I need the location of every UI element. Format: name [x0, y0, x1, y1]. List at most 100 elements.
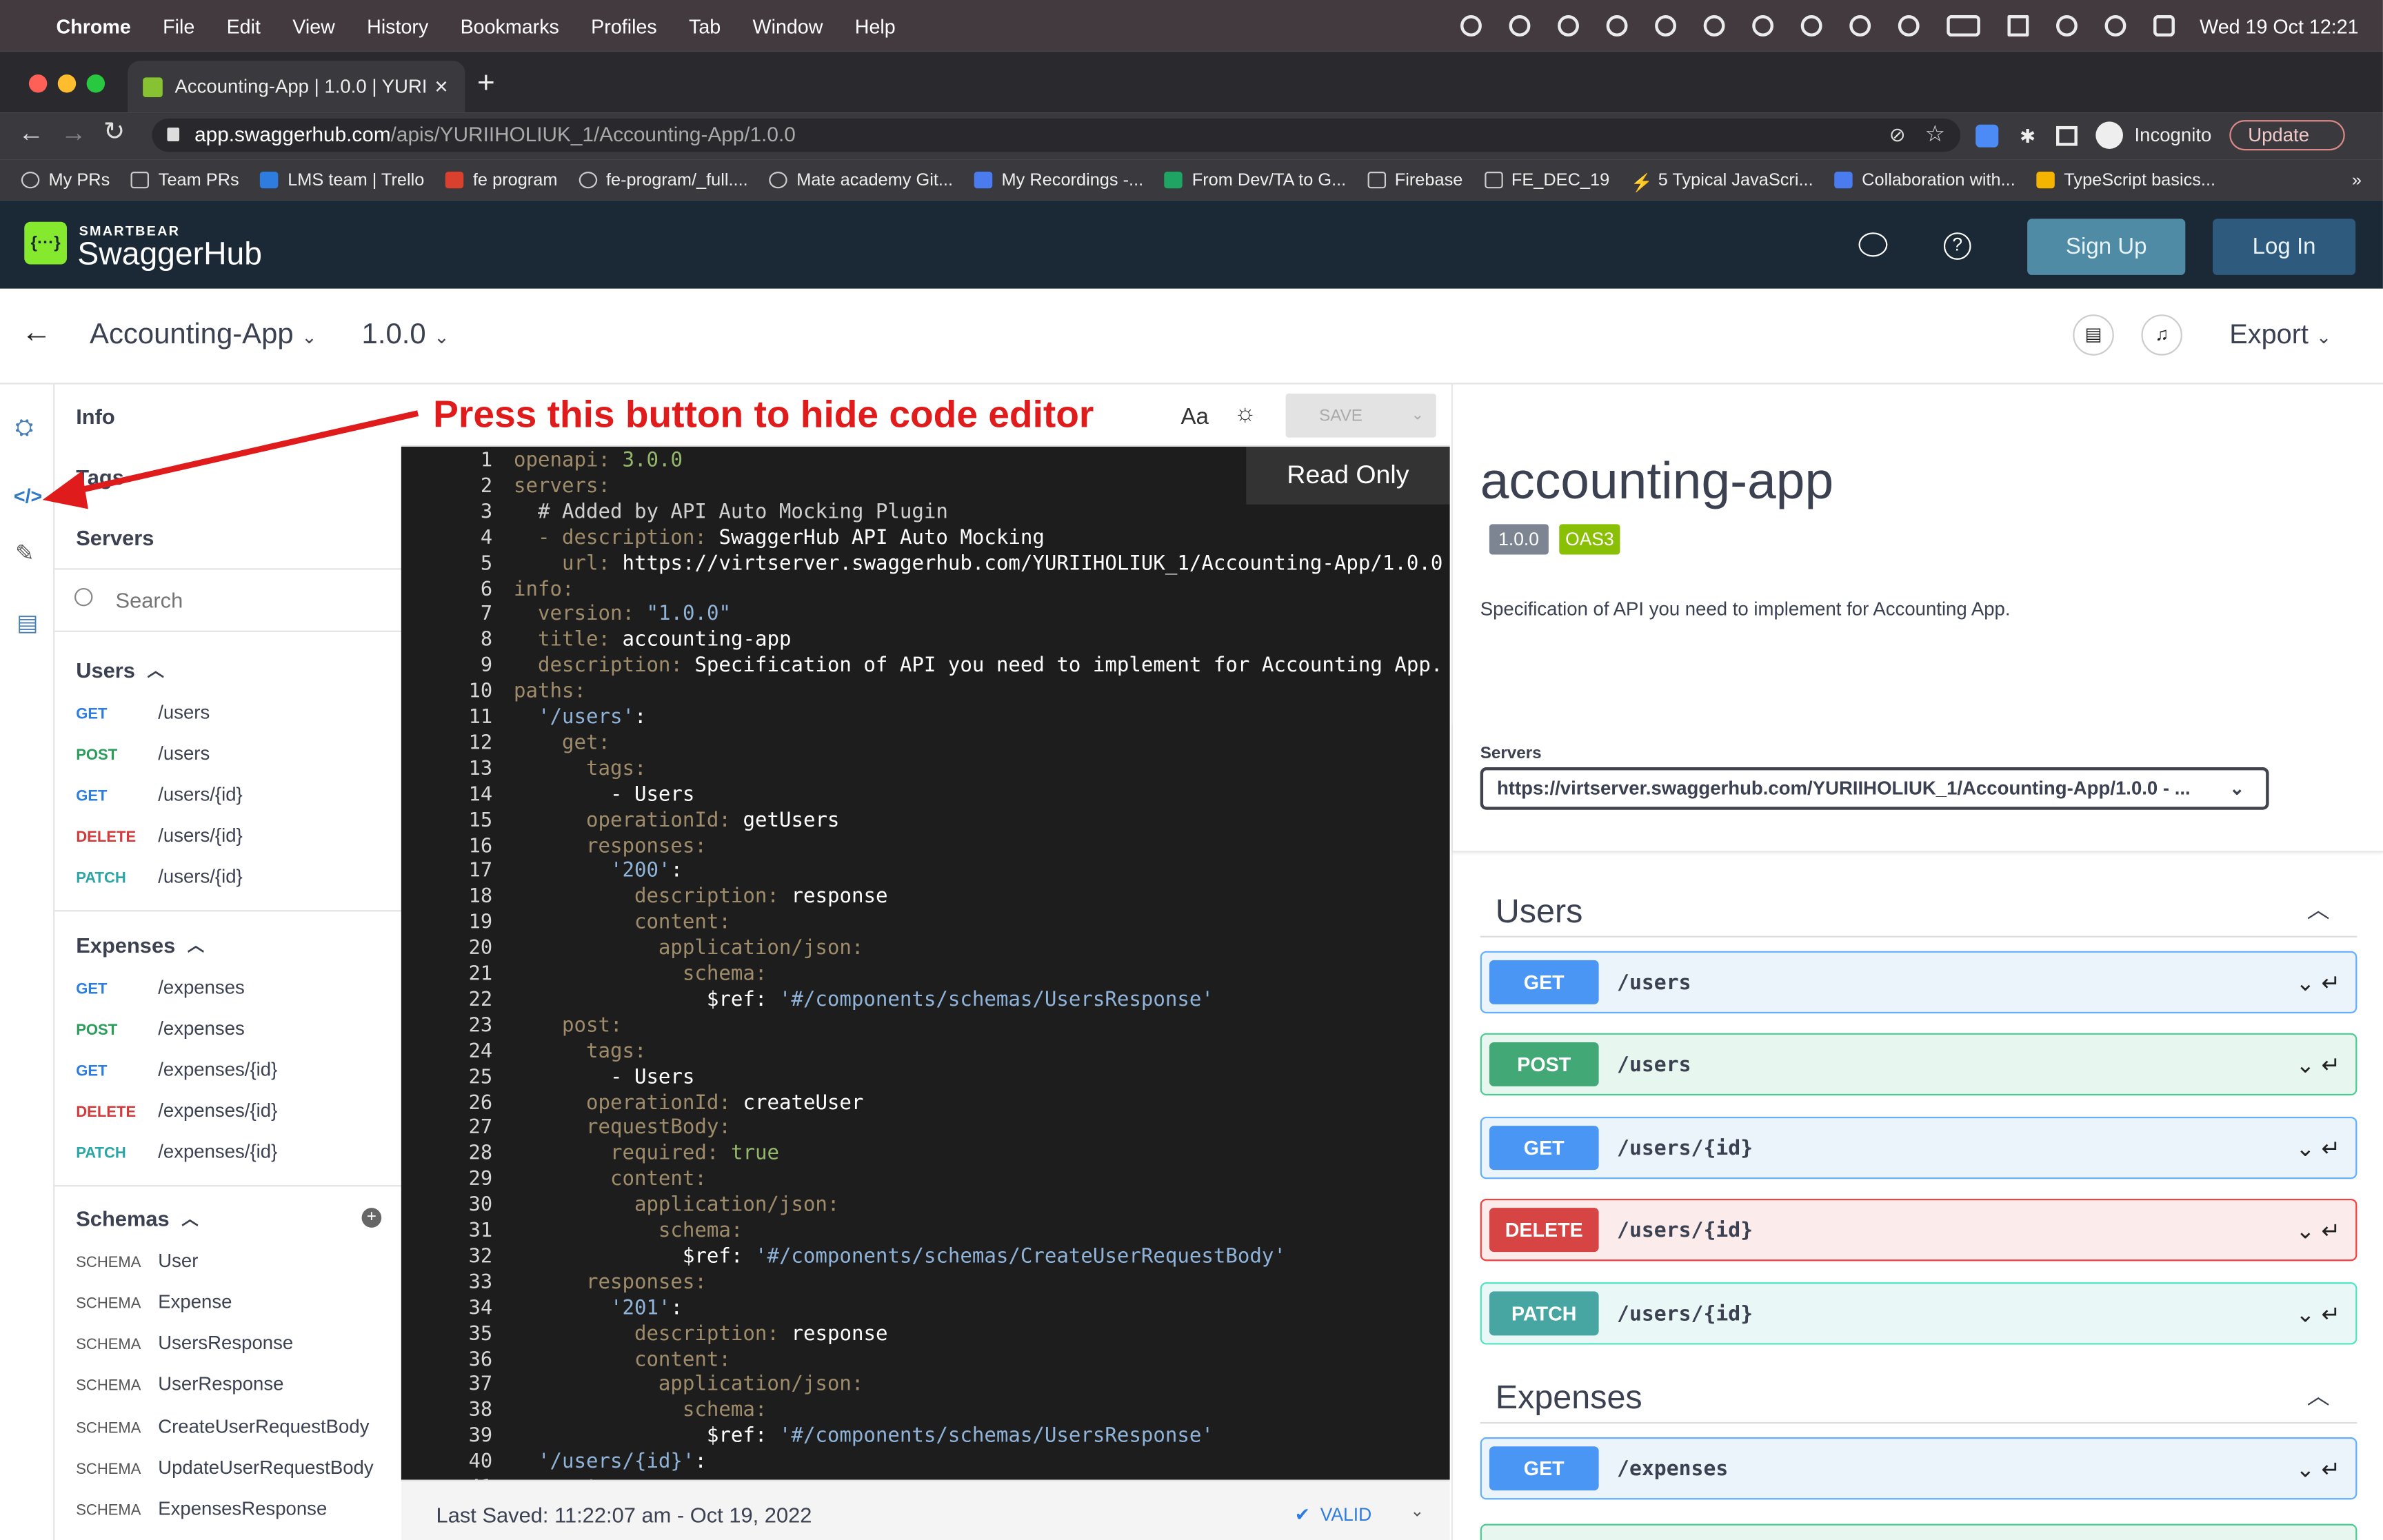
nav-op[interactable]: GET/users — [76, 702, 210, 723]
operation-get-users[interactable]: GET/users ⌄ ↵ — [1480, 951, 2357, 1014]
browser-tab[interactable]: Accounting-App | 1.0.0 | YURII × — [128, 61, 465, 113]
bell-icon[interactable]: ♫ — [2141, 314, 2182, 356]
bookmark-item[interactable]: fe program — [445, 171, 557, 189]
menu-profiles[interactable]: Profiles — [591, 14, 657, 37]
server-select[interactable]: https://virtserver.swaggerhub.com/YURIIH… — [1480, 767, 2269, 810]
expand-chevron-icon[interactable]: ⌄ ↵ — [2296, 1455, 2341, 1482]
expand-chevron-icon[interactable]: ⌄ ↵ — [2296, 1216, 2341, 1244]
valid-status[interactable]: ✔ VALID — [1295, 1504, 1371, 1526]
clock[interactable]: Wed 19 Oct 12:21 — [2200, 14, 2358, 37]
bookmark-item[interactable]: TypeScript basics... — [2036, 171, 2215, 189]
minimize-window-dot[interactable] — [57, 74, 77, 93]
nav-op[interactable]: GET/expenses/{id} — [76, 1059, 277, 1080]
menu-app-name[interactable]: Chrome — [57, 14, 131, 37]
bookmark-item[interactable]: FE_DEC_19 — [1484, 171, 1609, 189]
bookmark-item[interactable]: Collaboration with... — [1834, 171, 2015, 189]
expand-chevron-icon[interactable]: ⌄ ↵ — [2296, 1051, 2341, 1077]
nav-search[interactable] — [54, 568, 401, 632]
operation-delete-user[interactable]: DELETE/users/{id} ⌄ ↵ — [1480, 1198, 2357, 1262]
eye-off-icon[interactable]: ⊘ — [1889, 119, 1906, 152]
bookmark-star-icon[interactable]: ☆ — [1924, 119, 1945, 152]
menu-help[interactable]: Help — [855, 14, 896, 37]
wifi-icon[interactable] — [2057, 15, 2078, 37]
nav-schema[interactable]: SCHEMA UserResponse — [76, 1373, 283, 1395]
menu-file[interactable]: File — [163, 14, 194, 37]
bookmark-item[interactable]: My Recordings -... — [974, 171, 1143, 189]
bookmark-item[interactable]: LMS team | Trello — [260, 171, 424, 189]
nav-schemas-header[interactable]: Schemas ︿ — [76, 1206, 198, 1230]
nav-schema[interactable]: SCHEMA ExpensesResponse — [76, 1498, 327, 1519]
close-window-dot[interactable] — [28, 74, 48, 93]
menu-bookmarks[interactable]: Bookmarks — [461, 14, 559, 37]
status-icon[interactable] — [1461, 15, 1482, 37]
nav-op[interactable]: DELETE/users/{id} — [76, 825, 243, 847]
extension-icon[interactable] — [1975, 123, 1999, 147]
status-icon[interactable] — [1753, 15, 1775, 37]
code-editor[interactable]: 1 openapi: 3.0.0 2 servers: 3 # Added by API… — [401, 446, 1450, 1480]
font-size-button[interactable]: Aa — [1181, 404, 1209, 429]
help-icon[interactable]: ? — [1943, 232, 1971, 260]
nav-schema[interactable]: SCHEMA CreateUserRequestBody — [76, 1416, 369, 1437]
nav-schema[interactable]: SCHEMA UpdateUserRequestBody — [76, 1457, 373, 1479]
menu-tab[interactable]: Tab — [689, 14, 721, 37]
save-dropdown-icon[interactable]: ⌄ — [1411, 407, 1424, 424]
export-dropdown[interactable]: Export ⌄ — [2229, 319, 2331, 351]
api-name-dropdown[interactable]: Accounting-App ⌄ — [90, 319, 316, 352]
bluetooth-icon[interactable] — [1850, 15, 1872, 37]
chat-icon[interactable] — [1858, 232, 1888, 257]
update-button[interactable]: Update — [2229, 120, 2344, 151]
status-dropdown-icon[interactable]: ⌄ — [1410, 1501, 1424, 1521]
nav-schema[interactable]: SCHEMA User — [76, 1250, 198, 1272]
operation-get-expenses[interactable]: GET/expenses ⌄ ↵ — [1480, 1437, 2357, 1500]
menu-history[interactable]: History — [367, 14, 428, 37]
back-arrow-icon[interactable]: ← — [21, 316, 52, 351]
status-icon[interactable] — [1558, 15, 1580, 37]
bookmark-item[interactable]: ⚡ 5 Typical JavaScri... — [1631, 171, 1813, 193]
status-icon[interactable] — [1509, 15, 1531, 37]
document-icon[interactable]: ▤ — [2073, 314, 2114, 356]
nav-schema[interactable]: SCHEMA Expense — [76, 1291, 232, 1313]
nav-op[interactable]: GET/expenses — [76, 977, 245, 998]
more-bookmarks-icon[interactable]: » — [2352, 171, 2362, 189]
nav-op[interactable]: PATCH/expenses/{id} — [76, 1141, 277, 1162]
nav-op[interactable]: POST/expenses — [76, 1018, 245, 1040]
expand-chevron-icon[interactable]: ⌄ ↵ — [2296, 969, 2341, 995]
menu-window[interactable]: Window — [753, 14, 823, 37]
battery-icon[interactable] — [1947, 15, 1981, 37]
spotlight-icon[interactable] — [2105, 15, 2127, 37]
volume-icon[interactable] — [1801, 15, 1823, 37]
nav-op[interactable]: DELETE/expenses/{id} — [76, 1100, 277, 1122]
status-icon[interactable] — [1656, 15, 1678, 37]
bookmark-item[interactable]: My PRs — [21, 171, 110, 189]
control-center-icon[interactable] — [2154, 15, 2175, 37]
expenses-tag-header[interactable]: Expenses ︿ — [1480, 1366, 2357, 1424]
forward-icon[interactable]: → — [61, 119, 86, 149]
nav-op[interactable]: GET/users/{id} — [76, 784, 243, 805]
reload-icon[interactable]: ↻ — [103, 117, 125, 148]
status-icon[interactable] — [1607, 15, 1629, 37]
address-bar[interactable]: app.swaggerhub.com/apis/YURIIHOLIUK_1/Ac… — [152, 118, 1961, 152]
bookmark-item[interactable]: fe-program/_full.... — [579, 171, 748, 189]
puzzle-icon[interactable]: ✱ — [2020, 124, 2035, 147]
nav-servers[interactable]: Servers — [76, 526, 154, 550]
expand-chevron-icon[interactable]: ⌄ ↵ — [2296, 1134, 2341, 1161]
add-schema-icon[interactable]: + — [361, 1208, 382, 1228]
users-tag-header[interactable]: Users ︿ — [1480, 880, 2357, 938]
bookmark-item[interactable]: Firebase — [1367, 171, 1462, 189]
save-button[interactable]: SAVE ⌄ — [1285, 393, 1436, 438]
flag-icon[interactable] — [2008, 15, 2030, 37]
theme-sun-icon[interactable]: ☼ — [1234, 401, 1256, 429]
nav-expenses-header[interactable]: Expenses ︿ — [76, 933, 204, 957]
play-icon[interactable] — [1898, 15, 1920, 37]
zoom-window-dot[interactable] — [86, 74, 105, 93]
nav-op[interactable]: PATCH/users/{id} — [76, 866, 243, 887]
tab-close-icon[interactable]: × — [434, 74, 448, 99]
operation-post-expenses[interactable] — [1480, 1523, 2357, 1540]
sidepanel-icon[interactable] — [2057, 125, 2078, 145]
version-dropdown[interactable]: 1.0.0 ⌄ — [362, 319, 450, 352]
nav-schema[interactable]: SCHEMA UsersResponse — [76, 1333, 293, 1354]
bookmark-item[interactable]: Mate academy Git... — [769, 171, 953, 189]
new-tab-button[interactable]: + — [477, 67, 495, 102]
edit-icon[interactable]: ✎ — [15, 539, 34, 567]
log-in-button[interactable]: Log In — [2213, 219, 2356, 275]
